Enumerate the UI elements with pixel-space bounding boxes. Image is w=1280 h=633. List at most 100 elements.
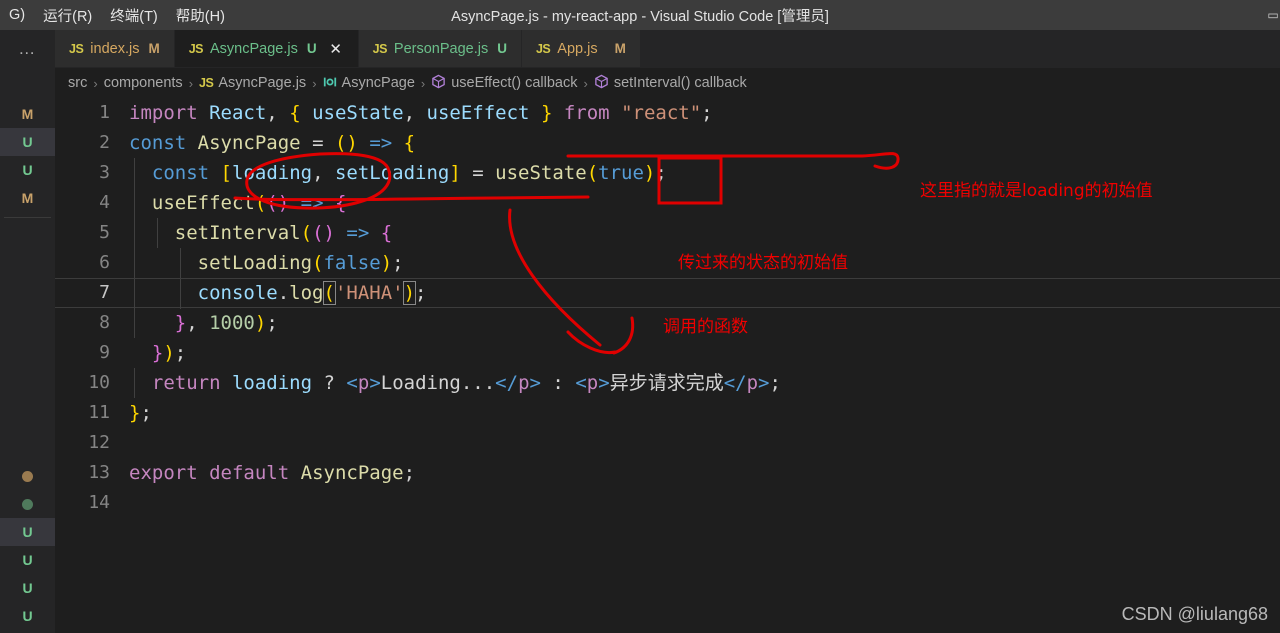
token-bracket: }	[129, 402, 141, 424]
js-file-icon: JS	[188, 41, 204, 56]
status-badge: M	[21, 190, 34, 206]
open-editors-list: M U U M	[0, 100, 55, 218]
line-number: 7	[99, 282, 110, 303]
token-punct: ;	[140, 402, 152, 424]
token-keyword: const	[129, 132, 187, 154]
tab-label: PersonPage.js	[393, 40, 489, 57]
tab-index-js[interactable]: JS index.js M	[55, 30, 175, 67]
token-identifier: loading	[231, 372, 313, 394]
line-content: };	[129, 398, 152, 428]
status-badge: U	[22, 580, 33, 596]
open-editor-row[interactable]: M	[0, 184, 55, 212]
token-function: AsyncPage	[300, 462, 404, 484]
breadcrumb-label: components	[103, 75, 183, 91]
token-bracket: (	[586, 162, 599, 184]
token-bracket: ()	[266, 192, 290, 214]
breadcrumb-item-useeffect-callback[interactable]: useEffect() callback	[431, 74, 578, 92]
code-line: 11 };	[55, 398, 1280, 428]
token-punct: ;	[403, 462, 416, 484]
token-bracket: }	[151, 342, 164, 364]
line-number: 2	[99, 132, 110, 153]
token-function: setLoading	[197, 252, 313, 274]
token-tag-bracket: <	[346, 372, 358, 394]
menu-item-g[interactable]: G)	[0, 4, 34, 26]
js-file-icon: JS	[535, 41, 551, 56]
token-bracket: {	[289, 102, 301, 124]
token-number: 1000	[209, 312, 255, 334]
window-controls: ▭	[1266, 0, 1280, 30]
line-content: import React, { useState, useEffect } fr…	[129, 98, 713, 128]
open-editor-row[interactable]: U	[0, 156, 55, 184]
code-line: 13 export default AsyncPage;	[55, 458, 1280, 488]
breadcrumb-item-asyncpage-symbol[interactable]: AsyncPage	[323, 75, 415, 92]
token-punct: .	[277, 282, 290, 304]
breadcrumb-item-src[interactable]: src	[68, 75, 87, 91]
token-arrow: =>	[346, 222, 370, 244]
close-icon[interactable]: ✕	[328, 40, 344, 58]
line-number: 1	[99, 102, 110, 123]
open-editor-row[interactable]: M	[0, 100, 55, 128]
tab-app-js[interactable]: JS App.js M	[521, 30, 641, 67]
token-function: log	[289, 282, 324, 304]
explorer-row[interactable]: U	[0, 602, 55, 630]
sidebar-more-actions[interactable]: …	[0, 30, 55, 68]
breadcrumb-label: src	[68, 75, 88, 91]
breadcrumb-separator: ›	[583, 75, 588, 91]
status-badge: M	[21, 106, 34, 122]
menu-item-help[interactable]: 帮助(H)	[167, 2, 234, 29]
line-content: const AsyncPage = () => {	[129, 128, 415, 158]
token-function: AsyncPage	[197, 132, 301, 154]
explorer-row[interactable]: U	[0, 574, 55, 602]
tab-asyncpage-js[interactable]: JS AsyncPage.js U ✕	[174, 30, 359, 67]
line-content: const [loading, setLoading] = useState(t…	[129, 158, 667, 188]
token-punct: ;	[392, 252, 404, 274]
token-tag-bracket: </	[495, 372, 519, 394]
token-tag-bracket: >	[529, 372, 541, 394]
code-editor[interactable]: 1 import React, { useState, useEffect } …	[55, 98, 1280, 633]
breadcrumb-item-asyncpage-js[interactable]: JS AsyncPage.js	[199, 75, 306, 91]
token-bracket-match: (	[322, 281, 336, 305]
menu-item-run[interactable]: 运行(R)	[34, 2, 101, 29]
line-number: 3	[99, 162, 110, 183]
token-bracket: [	[220, 162, 232, 184]
token-operator: :	[552, 372, 564, 394]
explorer-row[interactable]: U	[0, 518, 55, 546]
line-number: 12	[88, 432, 110, 453]
token-bracket: {	[334, 192, 347, 214]
token-text: Loading...	[380, 372, 496, 394]
explorer-row[interactable]	[0, 490, 55, 518]
token-punct: ;	[266, 312, 278, 334]
token-string: 'HAHA'	[334, 282, 404, 304]
menu-item-terminal[interactable]: 终端(T)	[101, 2, 167, 29]
code-line: 5 setInterval(() => {	[55, 218, 1280, 248]
token-punct: ;	[769, 372, 781, 394]
function-icon	[431, 74, 446, 92]
explorer-row[interactable]	[0, 462, 55, 490]
line-number: 8	[99, 312, 110, 333]
token-string: "react"	[621, 102, 702, 124]
token-tag-name: p	[518, 372, 530, 394]
editor-tab-bar: JS index.js M JS AsyncPage.js U ✕ JS Per…	[55, 30, 1280, 68]
tab-personpage-js[interactable]: JS PersonPage.js U	[358, 30, 522, 67]
code-line: 6 setLoading(false);	[55, 248, 1280, 278]
breadcrumb-item-components[interactable]: components	[104, 75, 183, 91]
breadcrumb-label: AsyncPage.js	[218, 75, 307, 91]
status-dot	[22, 498, 33, 510]
line-content: return loading ? <p>Loading...</p> : <p>…	[129, 368, 781, 398]
maximize-icon[interactable]: ▭	[1266, 0, 1280, 30]
token-identifier: setLoading	[334, 162, 450, 184]
token-bracket: (	[254, 192, 267, 214]
breadcrumb-separator: ›	[312, 75, 317, 91]
line-number: 11	[88, 402, 110, 423]
tab-status-badge: U	[497, 41, 507, 56]
breadcrumb-label: AsyncPage	[341, 75, 415, 91]
open-editor-row[interactable]: U	[0, 128, 55, 156]
explorer-row[interactable]: U	[0, 546, 55, 574]
token-bracket: {	[380, 222, 393, 244]
vscode-window: G) 运行(R) 终端(T) 帮助(H) AsyncPage.js - my-r…	[0, 0, 1280, 633]
token-tag-name: p	[746, 372, 759, 394]
js-file-icon: JS	[69, 41, 84, 56]
token-tag-bracket: >	[598, 372, 610, 394]
function-icon	[594, 74, 609, 92]
breadcrumb-item-setinterval-callback[interactable]: setInterval() callback	[594, 74, 747, 92]
